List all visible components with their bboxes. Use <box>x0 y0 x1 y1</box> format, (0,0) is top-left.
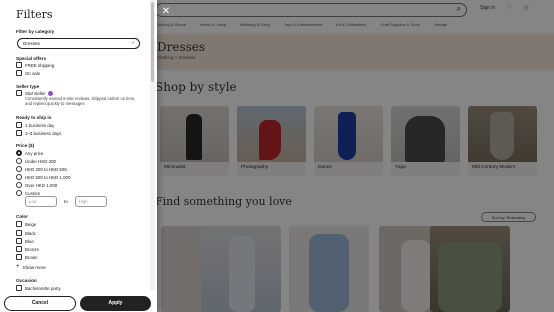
filter-panel: Filters Filter by category Dresses › Spe… <box>0 0 157 312</box>
seller-type-label: Seller type <box>16 84 40 89</box>
option-label: Under HKD 200 <box>25 158 56 164</box>
panel-title: Filters <box>16 8 53 21</box>
star-seller-badge-icon <box>47 90 53 96</box>
color-option[interactable]: Black <box>16 230 36 236</box>
option-label: 1 business day <box>25 122 55 128</box>
ready-to-ship-label: Ready to ship in <box>16 115 52 120</box>
cancel-button[interactable]: Cancel <box>4 296 76 311</box>
color-option[interactable]: Brown <box>16 254 37 260</box>
checkbox[interactable] <box>16 62 22 68</box>
color-option[interactable]: Beige <box>16 221 36 227</box>
special-offers-label: Special offers <box>16 56 47 61</box>
checkbox[interactable] <box>16 230 22 236</box>
radio-button[interactable] <box>16 158 22 164</box>
option-label: Blue <box>25 238 34 244</box>
category-select-value: Dresses <box>23 41 40 46</box>
price-option[interactable]: Over HKD 1,000 <box>16 182 57 188</box>
price-option[interactable]: HKD 500 to HKD 1,000 <box>16 174 70 180</box>
ready-to-ship-option[interactable]: 1–3 business days <box>16 130 61 136</box>
filter-actions: Cancel Apply <box>0 292 157 312</box>
option-label: On sale <box>25 70 41 76</box>
checkbox[interactable] <box>16 90 22 96</box>
apply-button[interactable]: Apply <box>80 296 151 311</box>
radio-button[interactable] <box>16 182 22 188</box>
checkbox[interactable] <box>16 285 22 291</box>
star-seller-description: Consistently earned 5-star reviews, ship… <box>25 96 136 107</box>
color-option[interactable]: Bronze <box>16 246 39 252</box>
occasion-label: Occasion <box>16 278 37 283</box>
radio-button-selected[interactable] <box>16 150 22 156</box>
close-icon[interactable]: ✕ <box>160 6 172 18</box>
option-label: Any price <box>25 150 44 156</box>
option-label: Brown <box>25 254 38 260</box>
price-option[interactable]: Under HKD 200 <box>16 158 56 164</box>
show-more-label: Show more <box>22 264 46 270</box>
scrollbar-thumb[interactable] <box>151 2 154 82</box>
option-label: HKD 500 to HKD 1,000 <box>25 174 71 180</box>
color-option[interactable]: Blue <box>16 238 34 244</box>
category-section-label: Filter by category <box>16 29 55 34</box>
category-select[interactable]: Dresses › <box>17 38 140 49</box>
special-offer-option[interactable]: On sale <box>16 70 40 76</box>
color-label: Color <box>16 214 28 219</box>
chevron-right-icon: › <box>132 40 134 46</box>
option-label: Beige <box>25 221 37 227</box>
radio-button[interactable] <box>16 166 22 172</box>
option-label: Custom <box>25 190 41 196</box>
show-more-colors[interactable]: + Show more <box>16 264 46 270</box>
option-label: Star Seller <box>25 90 46 96</box>
option-label: 1–3 business days <box>25 130 62 136</box>
checkbox[interactable] <box>16 122 22 128</box>
panel-scrollbar[interactable] <box>150 0 155 290</box>
occasion-option[interactable]: Bachelorette party <box>16 285 61 291</box>
checkbox[interactable] <box>16 246 22 252</box>
special-offer-option[interactable]: FREE shipping <box>16 62 54 68</box>
checkbox[interactable] <box>16 70 22 76</box>
plus-icon: + <box>16 264 20 270</box>
option-label: Bachelorette party <box>25 285 61 291</box>
option-label: Black <box>25 230 36 236</box>
option-label: HKD 200 to HKD 500 <box>25 166 67 172</box>
checkbox[interactable] <box>16 221 22 227</box>
checkbox[interactable] <box>16 238 22 244</box>
option-label: FREE shipping <box>25 62 55 68</box>
option-label: Over HKD 1,000 <box>25 182 58 188</box>
price-option[interactable]: Any price <box>16 150 43 156</box>
option-label: Bronze <box>25 246 39 252</box>
price-high-input[interactable]: High <box>75 196 107 207</box>
radio-button[interactable] <box>16 190 22 196</box>
price-option[interactable]: HKD 200 to HKD 500 <box>16 166 67 172</box>
price-label: Price ($) <box>16 143 35 148</box>
radio-button[interactable] <box>16 174 22 180</box>
checkbox[interactable] <box>16 130 22 136</box>
checkbox[interactable] <box>16 254 22 260</box>
ready-to-ship-option[interactable]: 1 business day <box>16 122 54 128</box>
price-low-input[interactable]: Low <box>25 196 57 207</box>
price-to-label: to <box>64 199 68 204</box>
